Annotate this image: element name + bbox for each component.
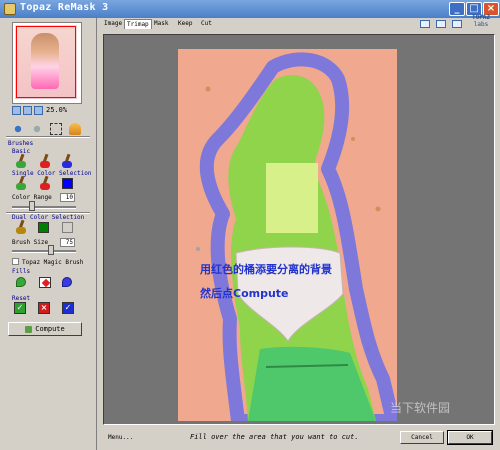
tab-mask[interactable]: Mask xyxy=(152,19,170,29)
divider xyxy=(6,136,90,138)
brush-size-slider-thumb[interactable] xyxy=(47,245,54,255)
single-keep-brush-icon[interactable] xyxy=(14,175,28,190)
cut-brush-icon[interactable] xyxy=(38,153,52,168)
tab-image[interactable]: Image xyxy=(102,19,124,29)
zoom-out-icon[interactable] xyxy=(12,106,21,115)
dual-color-swatch-b[interactable] xyxy=(62,222,73,233)
overlay-caption-line1: 用红色的桶添要分离的背景 xyxy=(200,263,332,276)
zoom-level: 25.0% xyxy=(46,106,68,114)
brushes-heading: Brushes xyxy=(8,140,34,147)
compute-button-label: Compute xyxy=(35,325,65,333)
left-panel: 25.0% Brushes Basic Single Color Selecti… xyxy=(0,18,97,450)
reset-compute-button[interactable]: ✓ xyxy=(62,302,74,314)
cancel-button[interactable]: Cancel xyxy=(400,431,444,444)
tab-keep[interactable]: Keep xyxy=(176,19,194,29)
brush-size-slider[interactable] xyxy=(12,250,76,253)
navigator-thumbnail[interactable] xyxy=(15,25,77,99)
single-cut-brush-icon[interactable] xyxy=(38,175,52,190)
fills-label: Fills xyxy=(12,268,31,275)
brush-size-value[interactable]: 75 xyxy=(60,238,75,247)
view-tabs: Image Trimap Mask Keep Cut xyxy=(100,18,500,30)
app-window: Topaz ReMask 3 _ □ × 25.0% Brushes Basic xyxy=(0,0,500,450)
ok-button[interactable]: OK xyxy=(447,430,493,445)
window-title: Topaz ReMask 3 xyxy=(20,2,109,13)
trimap-overlay xyxy=(196,52,397,421)
color-range-value[interactable]: 10 xyxy=(60,193,75,202)
status-bar: Menu... Fill over the area that you want… xyxy=(96,428,500,450)
zoom-row: 25.0% xyxy=(12,106,96,118)
zoom-fit-icon[interactable] xyxy=(23,106,32,115)
photo-canvas[interactable]: 用红色的桶添要分离的背景 然后点Compute xyxy=(178,49,397,421)
color-range-slider[interactable] xyxy=(12,206,76,209)
topaz-logo: TOPAZ labs xyxy=(466,14,496,32)
keep-brush-icon[interactable] xyxy=(14,153,28,168)
reset-label: Reset xyxy=(12,295,31,302)
magic-brush-label: Topaz Magic Brush xyxy=(22,259,84,266)
menu-button[interactable]: Menu... xyxy=(108,434,133,441)
eyedropper-icon[interactable] xyxy=(69,123,81,135)
watermark: 当下软件园 xyxy=(390,401,451,415)
dual-brush-icon[interactable] xyxy=(14,219,28,234)
tab-cut[interactable]: Cut xyxy=(199,19,214,29)
title-bar: Topaz ReMask 3 _ □ × xyxy=(0,0,500,18)
app-icon xyxy=(4,3,16,15)
tab-trimap[interactable]: Trimap xyxy=(124,19,152,29)
color-range-label: Color Range xyxy=(12,194,52,201)
logo-line1: TOPAZ xyxy=(471,14,491,21)
fill-cut-icon[interactable] xyxy=(38,275,52,289)
status-text: Fill over the area that you want to cut. xyxy=(190,433,359,441)
reset-keep-button[interactable]: ✓ xyxy=(14,302,26,314)
split-vertical-view-icon[interactable] xyxy=(436,20,446,28)
single-color-swatch[interactable] xyxy=(62,178,73,189)
redo-icon[interactable] xyxy=(31,123,43,135)
split-horizontal-view-icon[interactable] xyxy=(452,20,462,28)
magic-brush-checkbox[interactable] xyxy=(12,258,19,265)
navigator-panel[interactable] xyxy=(12,22,82,104)
reset-cut-button[interactable]: × xyxy=(38,302,50,314)
color-range-slider-thumb[interactable] xyxy=(29,201,36,211)
compute-icon xyxy=(25,325,33,333)
fill-compute-icon[interactable] xyxy=(60,275,74,289)
undo-icon[interactable] xyxy=(12,123,24,135)
tool-row xyxy=(12,120,96,135)
compute-brush-icon[interactable] xyxy=(60,153,74,168)
navigator-view-frame[interactable] xyxy=(16,26,76,98)
logo-line2: labs xyxy=(473,21,489,28)
overlay-caption-line2: 然后点Compute xyxy=(200,287,289,300)
canvas-area[interactable]: 用红色的桶添要分离的背景 然后点Compute 当下软件园 xyxy=(103,34,495,425)
fill-keep-icon[interactable] xyxy=(14,275,28,289)
brush-size-label: Brush Size xyxy=(12,239,49,246)
compute-button[interactable]: Compute xyxy=(8,322,82,336)
zoom-in-icon[interactable] xyxy=(34,106,43,115)
selection-icon[interactable] xyxy=(50,123,62,135)
single-view-icon[interactable] xyxy=(420,20,430,28)
dual-color-swatch-a[interactable] xyxy=(38,222,49,233)
minimize-button[interactable]: _ xyxy=(449,2,465,16)
